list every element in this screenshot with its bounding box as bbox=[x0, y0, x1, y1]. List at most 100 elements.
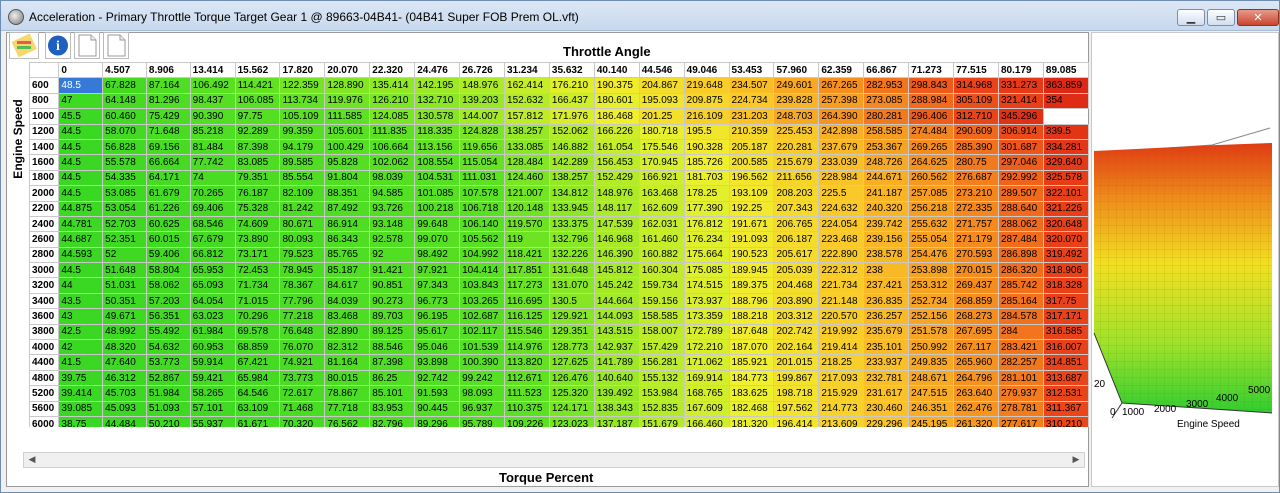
table-cell[interactable]: 192.25 bbox=[728, 200, 775, 217]
table-cell[interactable]: 223.468 bbox=[818, 231, 865, 248]
table-cell[interactable]: 76.648 bbox=[279, 323, 326, 341]
table-cell[interactable]: 90.390 bbox=[189, 108, 236, 125]
table-cell[interactable]: 64.148 bbox=[102, 92, 147, 110]
table-cell[interactable]: 53.773 bbox=[145, 354, 191, 371]
table-cell[interactable]: 152.429 bbox=[593, 169, 640, 187]
table-cell[interactable]: 253.367 bbox=[863, 138, 910, 156]
table-cell[interactable]: 271.757 bbox=[953, 215, 999, 233]
table-cell[interactable]: 240.320 bbox=[863, 200, 910, 217]
table-cell[interactable]: 43 bbox=[58, 308, 104, 325]
table-cell[interactable]: 58.062 bbox=[145, 277, 191, 294]
table-cell[interactable]: 134.812 bbox=[548, 185, 595, 202]
table-cell[interactable]: 102.117 bbox=[459, 323, 506, 341]
table-cell[interactable]: 197.562 bbox=[773, 400, 820, 417]
table-cell[interactable]: 250.992 bbox=[908, 339, 955, 356]
table-cell[interactable]: 251.578 bbox=[908, 323, 955, 341]
table-cell[interactable]: 172.789 bbox=[683, 323, 730, 341]
table-cell[interactable]: 187.070 bbox=[728, 339, 775, 356]
table-cell[interactable]: 104.531 bbox=[414, 169, 461, 187]
table-cell[interactable]: 51.093 bbox=[145, 400, 191, 417]
table-cell[interactable]: 42 bbox=[58, 339, 104, 356]
table-cell[interactable]: 279.937 bbox=[997, 385, 1044, 402]
table-cell[interactable]: 180.601 bbox=[593, 92, 640, 110]
table-cell[interactable]: 159.734 bbox=[638, 277, 685, 294]
table-cell[interactable]: 95.828 bbox=[324, 154, 371, 171]
table-cell[interactable]: 207.343 bbox=[773, 200, 820, 217]
table-cell[interactable]: 306.914 bbox=[997, 123, 1044, 140]
table-cell[interactable]: 124.828 bbox=[459, 123, 506, 140]
table-cell[interactable]: 189.945 bbox=[728, 262, 775, 279]
table-cell[interactable]: 97.343 bbox=[414, 277, 461, 294]
table-cell[interactable]: 174.515 bbox=[683, 277, 730, 294]
table-cell[interactable]: 72.453 bbox=[234, 262, 281, 279]
table-cell[interactable]: 50.351 bbox=[102, 292, 147, 310]
table-cell[interactable]: 285.164 bbox=[997, 292, 1044, 310]
table-cell[interactable]: 252.734 bbox=[908, 292, 955, 310]
table-cell[interactable]: 44.5 bbox=[58, 185, 104, 202]
table-cell[interactable]: 58.804 bbox=[145, 262, 191, 279]
column-header[interactable]: 13.414 bbox=[189, 62, 236, 79]
column-header[interactable]: 80.179 bbox=[997, 62, 1044, 79]
table-cell[interactable]: 118.335 bbox=[414, 123, 461, 140]
table-cell[interactable]: 155.132 bbox=[638, 369, 685, 387]
table-cell[interactable]: 138.257 bbox=[548, 169, 595, 187]
table-cell[interactable]: 231.203 bbox=[728, 108, 775, 125]
table-cell[interactable]: 94.585 bbox=[369, 185, 416, 202]
table-cell[interactable]: 102.062 bbox=[369, 154, 416, 171]
table-cell[interactable]: 82.109 bbox=[279, 185, 326, 202]
row-header[interactable]: 4800 bbox=[29, 369, 60, 387]
row-header[interactable]: 1800 bbox=[29, 169, 60, 187]
table-cell[interactable]: 52 bbox=[102, 246, 147, 264]
table-cell[interactable]: 73.171 bbox=[234, 246, 281, 264]
table-cell[interactable]: 108.554 bbox=[414, 154, 461, 171]
table-cell[interactable]: 71.648 bbox=[145, 123, 191, 140]
table-cell[interactable]: 264.796 bbox=[953, 369, 999, 387]
table-cell[interactable]: 205.187 bbox=[728, 138, 775, 156]
table-cell[interactable]: 126.476 bbox=[548, 369, 595, 387]
table-cell[interactable]: 271.179 bbox=[953, 231, 999, 248]
table-cell[interactable]: 60.625 bbox=[145, 215, 191, 233]
column-header[interactable]: 0 bbox=[58, 62, 104, 79]
table-cell[interactable]: 320.648 bbox=[1042, 215, 1089, 233]
table-cell[interactable]: 329.640 bbox=[1042, 154, 1089, 171]
table-cell[interactable]: 163.468 bbox=[638, 185, 685, 202]
table-cell[interactable]: 234.507 bbox=[728, 77, 775, 94]
table-cell[interactable]: 44.5 bbox=[58, 169, 104, 187]
table-cell[interactable]: 45.093 bbox=[102, 400, 147, 417]
table-cell[interactable]: 92.578 bbox=[369, 231, 416, 248]
table-cell[interactable]: 125.320 bbox=[548, 385, 595, 402]
table-cell[interactable]: 51.984 bbox=[145, 385, 191, 402]
table-cell[interactable]: 221.148 bbox=[818, 292, 865, 310]
table-cell[interactable]: 69.406 bbox=[189, 200, 236, 217]
row-header[interactable]: 1000 bbox=[29, 108, 60, 125]
table-cell[interactable]: 147.539 bbox=[593, 215, 640, 233]
table-cell[interactable]: 77.796 bbox=[279, 292, 326, 310]
close-button[interactable]: ✕ bbox=[1237, 9, 1279, 26]
table-cell[interactable]: 44.687 bbox=[58, 231, 104, 248]
table-cell[interactable]: 188.218 bbox=[728, 308, 775, 325]
table-cell[interactable]: 181.703 bbox=[683, 169, 730, 187]
table-cell[interactable]: 219.992 bbox=[818, 323, 865, 341]
table-cell[interactable]: 65.093 bbox=[189, 277, 236, 294]
table-cell[interactable]: 81.164 bbox=[324, 354, 371, 371]
table-cell[interactable]: 217.093 bbox=[818, 369, 865, 387]
table-cell[interactable]: 67.828 bbox=[102, 77, 147, 94]
table-cell[interactable]: 318.906 bbox=[1042, 262, 1089, 279]
table-cell[interactable]: 106.492 bbox=[189, 77, 236, 94]
column-header[interactable]: 20.070 bbox=[324, 62, 371, 79]
table-cell[interactable]: 181.320 bbox=[728, 415, 775, 427]
table-cell[interactable]: 171.976 bbox=[548, 108, 595, 125]
table-cell[interactable]: 66.664 bbox=[145, 154, 191, 171]
table-cell[interactable]: 83.085 bbox=[234, 154, 281, 171]
table-cell[interactable]: 219.414 bbox=[818, 339, 865, 356]
table-cell[interactable]: 121.007 bbox=[504, 185, 550, 202]
column-header[interactable]: 24.476 bbox=[414, 62, 461, 79]
table-cell[interactable]: 75.328 bbox=[234, 200, 281, 217]
table-cell[interactable]: 81.484 bbox=[189, 138, 236, 156]
table-cell[interactable]: 268.859 bbox=[953, 292, 999, 310]
row-header[interactable]: 2400 bbox=[29, 215, 60, 233]
table-cell[interactable]: 54.632 bbox=[145, 339, 191, 356]
table-cell[interactable]: 122.359 bbox=[279, 77, 326, 94]
table-cell[interactable]: 132.226 bbox=[548, 246, 595, 264]
table-cell[interactable]: 63.023 bbox=[189, 308, 236, 325]
